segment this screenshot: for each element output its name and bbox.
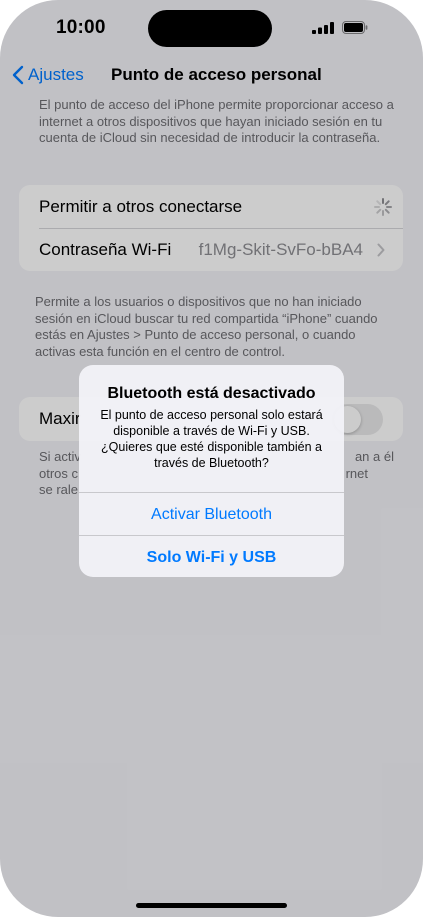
- bluetooth-alert-dialog: Bluetooth está desactivado El punto de a…: [79, 365, 344, 577]
- home-indicator[interactable]: [136, 903, 287, 908]
- phone-screen: 10:00 Ajustes Punto de acceso personal E…: [0, 0, 423, 917]
- wifi-usb-only-button[interactable]: Solo Wi-Fi y USB: [79, 535, 344, 577]
- alert-title: Bluetooth está desactivado: [107, 385, 316, 402]
- alert-message: El punto de acceso personal solo estará …: [100, 408, 323, 470]
- enable-bluetooth-button[interactable]: Activar Bluetooth: [79, 492, 344, 536]
